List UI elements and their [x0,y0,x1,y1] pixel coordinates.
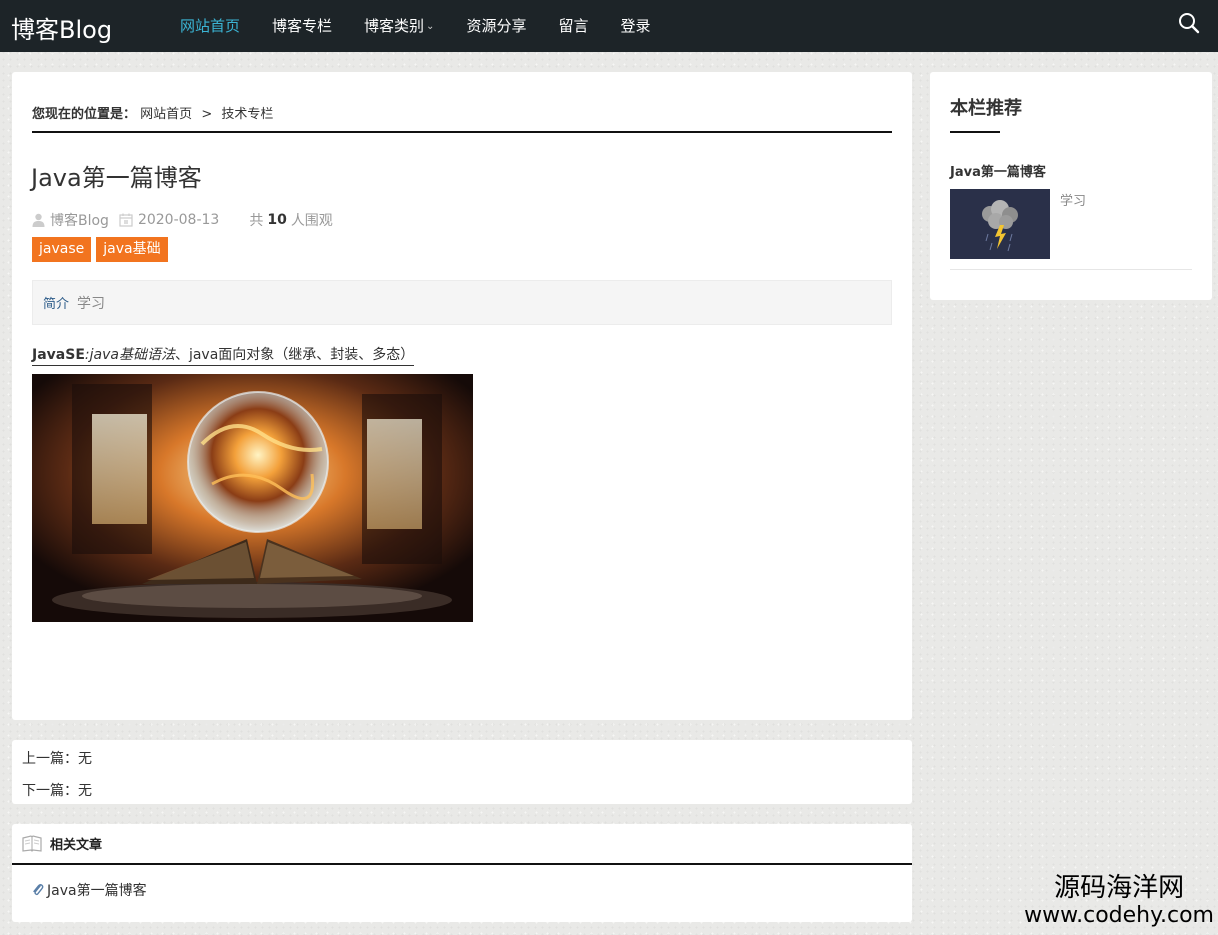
related-articles-card: 相关文章 Java第一篇博客 [12,824,912,922]
author-meta: 博客Blog [32,210,109,230]
next-label: 下一篇： [22,783,78,799]
nav-label: 博客专栏 [272,17,333,35]
content-rest: 、java面向对象（继承、封装、多态） [174,347,415,363]
nav-item-resources[interactable]: 资源分享 [450,0,542,52]
calendar-icon [119,213,133,227]
sidebar-post-thumbnail[interactable] [950,189,1050,259]
crystal-ball-book-image [32,374,473,622]
breadcrumb-home-link[interactable]: 网站首页 [140,107,192,122]
related-item[interactable]: Java第一篇博客 [32,880,147,900]
intro-text: 学习 [77,295,106,312]
breadcrumb: 您现在的位置是： 网站首页 > 技术专栏 [32,103,273,122]
related-item-title: Java第一篇博客 [47,883,147,899]
intro-box: 简介 学习 [32,280,892,325]
breadcrumb-current-link[interactable]: 技术专栏 [221,107,273,122]
sidebar-divider [950,269,1192,270]
nav-item-message[interactable]: 留言 [542,0,604,52]
watermark-line1: 源码海洋网 [1054,873,1185,903]
prev-post-link[interactable]: 无 [78,751,92,767]
sidebar-title: 本栏推荐 [950,98,1022,119]
related-divider [12,863,912,865]
search-button[interactable] [1178,12,1202,36]
views-suffix: 人围观 [290,213,333,229]
prev-next-card: 上一篇：无 下一篇：无 [12,740,912,804]
breadcrumb-divider [32,131,892,133]
chevron-down-icon: ⌄ [426,21,435,32]
tag-list: javase java基础 [32,237,173,262]
article-title: Java第一篇博客 [31,164,202,192]
nav-label: 登录 [620,17,651,35]
related-title: 相关文章 [50,838,103,853]
breadcrumb-label: 您现在的位置是： [32,107,137,122]
nav-label: 留言 [558,17,589,35]
nav-item-column[interactable]: 博客专栏 [256,0,348,52]
view-count: 共 10 人围观 [249,210,332,230]
next-post: 下一篇：无 [22,780,92,800]
tag-java-basics[interactable]: java基础 [96,237,168,262]
sidebar-title-underline [950,131,1000,133]
nav-item-home[interactable]: 网站首页 [164,0,256,52]
next-post-link[interactable]: 无 [78,783,92,799]
views-number: 10 [267,212,287,228]
user-icon [32,213,45,227]
nav-label: 博客类别 [364,17,425,35]
views-prefix: 共 [249,213,264,229]
intro-label: 简介 [43,297,70,312]
content-italic: :java基础语法 [84,347,175,363]
article-meta: 博客Blog 2020-08-13 共 10 人围观 [32,210,343,230]
nav-item-login[interactable]: 登录 [604,0,666,52]
prev-post: 上一篇：无 [22,748,92,768]
date-meta: 2020-08-13 [119,212,219,228]
nav-label: 资源分享 [466,17,527,35]
search-icon [1179,13,1200,34]
article-image [32,374,473,622]
sidebar-recommend-card: 本栏推荐 Java第一篇博客 学习 [930,72,1212,300]
article-card: 您现在的位置是： 网站首页 > 技术专栏 Java第一篇博客 博客Blog 20… [12,72,912,720]
nav-label: 网站首页 [180,17,241,35]
site-logo[interactable]: 博客Blog [11,10,112,45]
main-nav: 网站首页 博客专栏 博客类别 ⌄ 资源分享 留言 登录 [164,0,666,52]
site-watermark: 源码海洋网 www.codehy.com [1024,873,1214,929]
content-bold: JavaSE [32,347,85,363]
tag-javase[interactable]: javase [32,237,92,262]
post-date: 2020-08-13 [137,212,220,228]
paperclip-icon [33,884,44,896]
book-icon [22,834,42,852]
sidebar-post-title[interactable]: Java第一篇博客 [950,161,1046,180]
article-content-text: JavaSE:java基础语法、java面向对象（继承、封装、多态） [32,344,415,366]
related-header: 相关文章 [22,834,102,853]
top-navbar: 博客Blog 网站首页 博客专栏 博客类别 ⌄ 资源分享 留言 登录 [0,0,1218,52]
breadcrumb-separator: > [201,107,213,122]
sidebar-post-desc: 学习 [1060,194,1087,209]
storm-cloud-image [950,189,1050,259]
prev-label: 上一篇： [22,751,78,767]
author-name: 博客Blog [50,213,109,229]
watermark-line2: www.codehy.com [1024,903,1214,928]
nav-item-category[interactable]: 博客类别 ⌄ [348,0,450,52]
